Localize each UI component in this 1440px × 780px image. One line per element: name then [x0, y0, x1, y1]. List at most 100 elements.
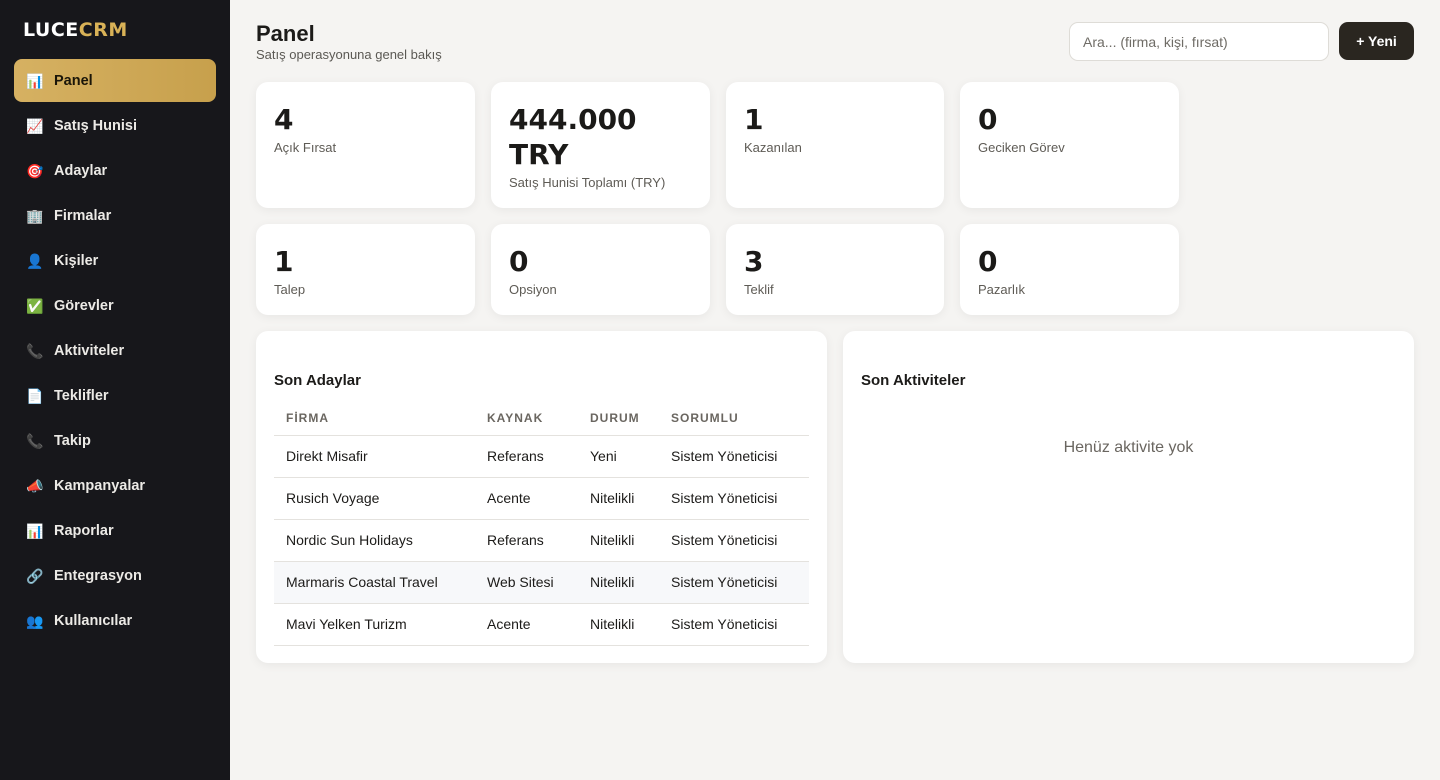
sidebar-item-label: Entegrasyon [54, 567, 142, 584]
recent-activities-title: Son Aktiviteler [861, 372, 966, 389]
cell-source: Referans [475, 519, 578, 562]
sidebar-item-satış-hunisi[interactable]: 📈 Satış Hunisi [14, 104, 216, 147]
table-row[interactable]: Nordic Sun Holidays Referans Nitelikli Sist… [274, 519, 809, 562]
cell-owner: Sistem Yöneticisi [659, 603, 809, 646]
cell-status: Nitelikli [578, 519, 659, 562]
sidebar-item-teklifler[interactable]: 📄 Teklifler [14, 374, 216, 417]
sidebar-item-kullanıcılar[interactable]: 👥 Kullanıcılar [14, 599, 216, 642]
cell-status: Nitelikli [578, 603, 659, 646]
sidebar-item-label: Firmalar [54, 207, 112, 224]
new-button[interactable]: + Yeni [1339, 22, 1414, 60]
stat-card-offer: 3 Teklif [726, 224, 944, 315]
cell-source: Web Sitesi [475, 561, 578, 604]
column-header-owner[interactable]: SORUMLU [659, 401, 809, 436]
table-row[interactable]: Direkt Misafir Referans Yeni Sistem Yönetic… [274, 435, 809, 478]
empty-state-text: Henüz aktivite yok [1063, 439, 1194, 456]
cell-owner: Sistem Yöneticisi [659, 519, 809, 562]
column-header-source[interactable]: KAYNAK [475, 401, 578, 436]
stat-card-won: 1 Kazanılan [726, 82, 944, 208]
check-icon: ✅ [26, 297, 44, 314]
stat-label: Teklif [744, 282, 774, 297]
recent-leads-table: FİRMA KAYNAK DURUM SORUMLU Direkt Misafi… [274, 401, 809, 646]
stat-card-pipeline-total: 444.000 TRY Satış Hunisi Toplamı (TRY) [491, 82, 710, 208]
stat-label: Kazanılan [744, 140, 802, 155]
stat-value: 1 [744, 103, 764, 136]
bar-chart-icon: 📊 [26, 522, 44, 539]
sidebar-item-aktiviteler[interactable]: 📞 Aktiviteler [14, 329, 216, 372]
users-icon: 👥 [26, 612, 44, 629]
sidebar-item-label: Panel [54, 72, 93, 89]
sidebar-item-firmalar[interactable]: 🏢 Firmalar [14, 194, 216, 237]
cell-company: Rusich Voyage [274, 477, 475, 520]
stat-label: Talep [274, 282, 306, 297]
phone-icon: 📞 [26, 342, 44, 359]
sidebar-item-takip[interactable]: 📞 Takip [14, 419, 216, 462]
chart-up-icon: 📈 [26, 117, 44, 134]
cell-owner: Sistem Yöneticisi [659, 477, 809, 520]
sidebar-item-label: Aktiviteler [54, 342, 125, 359]
stat-card-negotiation: 0 Pazarlık [960, 224, 1179, 315]
target-icon: 🎯 [26, 162, 44, 179]
stat-value: 4 [274, 103, 294, 136]
sidebar-item-entegrasyon[interactable]: 🔗 Entegrasyon [14, 554, 216, 597]
column-header-status[interactable]: DURUM [578, 401, 659, 436]
search-input[interactable] [1069, 22, 1329, 61]
brand-logo-part1: LUCE [23, 19, 79, 41]
stat-label: Opsiyon [509, 282, 557, 297]
sidebar-item-label: Kampanyalar [54, 477, 146, 494]
stat-value: 0 [978, 103, 998, 136]
recent-leads-title: Son Adaylar [274, 372, 361, 389]
stat-value: 444.000 TRY [509, 103, 637, 171]
stat-label: Satış Hunisi Toplamı (TRY) [509, 175, 666, 190]
recent-leads-card: Son Adaylar FİRMA KAYNAK DURUM SORUMLU D… [256, 331, 827, 663]
stat-card-open-opportunities: 4 Açık Fırsat [256, 82, 475, 208]
sidebar-nav: 📊 Panel 📈 Satış Hunisi 🎯 Adaylar 🏢 Firmalar 👤 Kiş… [14, 59, 216, 642]
stat-value: 0 [978, 245, 998, 278]
stat-value: 0 [509, 245, 529, 278]
document-icon: 📄 [26, 387, 44, 404]
sidebar-item-raporlar[interactable]: 📊 Raporlar [14, 509, 216, 552]
sidebar: LUCECRM 📊 Panel 📈 Satış Hunisi 🎯 Adaylar 🏢 Firm… [0, 0, 230, 780]
sidebar-item-görevler[interactable]: ✅ Görevler [14, 284, 216, 327]
cell-company: Nordic Sun Holidays [274, 519, 475, 562]
table-header-row: FİRMA KAYNAK DURUM SORUMLU [274, 401, 809, 436]
brand-logo-part2: CRM [78, 19, 128, 41]
sidebar-item-label: Kişiler [54, 252, 99, 269]
cell-company: Direkt Misafir [274, 435, 475, 478]
stat-label: Pazarlık [978, 282, 1025, 297]
sidebar-item-label: Adaylar [54, 162, 108, 179]
table-row[interactable]: Rusich Voyage Acente Nitelikli Sistem Yönet… [274, 477, 809, 520]
cell-status: Yeni [578, 435, 659, 478]
building-icon: 🏢 [26, 207, 44, 224]
sidebar-item-panel[interactable]: 📊 Panel [14, 59, 216, 102]
sidebar-item-label: Görevler [54, 297, 114, 314]
stat-card-option: 0 Opsiyon [491, 224, 710, 315]
cell-company: Marmaris Coastal Travel [274, 561, 475, 604]
table-row[interactable]: Mavi Yelken Turizm Acente Nitelikli Sistem … [274, 603, 809, 646]
column-header-company[interactable]: FİRMA [274, 401, 475, 436]
cell-source: Acente [475, 603, 578, 646]
page-title: Panel [256, 21, 315, 46]
megaphone-icon: 📣 [26, 477, 44, 494]
phone-icon: 📞 [26, 432, 44, 449]
cell-status: Nitelikli [578, 477, 659, 520]
table-row[interactable]: Marmaris Coastal Travel Web Sitesi Nitelik… [274, 561, 809, 604]
stat-card-request: 1 Talep [256, 224, 475, 315]
stat-card-overdue-tasks: 0 Geciken Görev [960, 82, 1179, 208]
link-icon: 🔗 [26, 567, 44, 584]
cell-company: Mavi Yelken Turizm [274, 603, 475, 646]
stat-value: 1 [274, 245, 294, 278]
stat-value: 3 [744, 245, 764, 278]
recent-activities-card: Son Aktiviteler Henüz aktivite yok [843, 331, 1414, 663]
person-icon: 👤 [26, 252, 44, 269]
sidebar-item-kampanyalar[interactable]: 📣 Kampanyalar [14, 464, 216, 507]
brand-logo[interactable]: LUCECRM [14, 18, 216, 42]
sidebar-item-kişiler[interactable]: 👤 Kişiler [14, 239, 216, 282]
stat-label: Geciken Görev [978, 140, 1065, 155]
sidebar-item-label: Takip [54, 432, 91, 449]
main-content: Panel Satış operasyonuna genel bakış + Y… [230, 0, 1440, 780]
stat-label: Açık Fırsat [274, 140, 337, 155]
cell-owner: Sistem Yöneticisi [659, 561, 809, 604]
sidebar-item-adaylar[interactable]: 🎯 Adaylar [14, 149, 216, 192]
sidebar-item-label: Kullanıcılar [54, 612, 133, 629]
